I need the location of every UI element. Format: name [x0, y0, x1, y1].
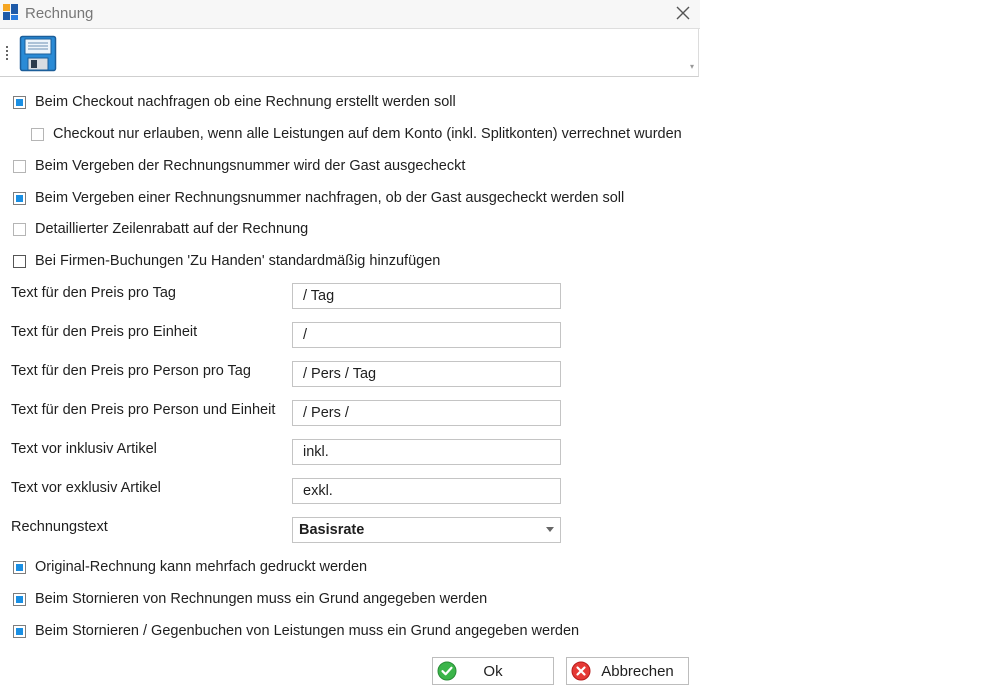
- cancel-button-label: Abbrechen: [601, 662, 674, 680]
- checkbox-box[interactable]: [13, 592, 26, 606]
- checkbox-label: Bei Firmen-Buchungen 'Zu Handen' standar…: [35, 253, 441, 269]
- checkbox-box[interactable]: [13, 254, 26, 268]
- label-exclusive-article: Text vor exklusiv Artikel: [11, 480, 161, 496]
- label-price-per-unit: Text für den Preis pro Einheit: [11, 324, 198, 340]
- checkbox-invoice-number-checkout[interactable]: Beim Vergeben der Rechnungsnummer wird d…: [13, 156, 465, 176]
- window-title: Rechnung: [25, 5, 94, 22]
- rechnungstext-selected-value: Basisrate: [299, 522, 365, 538]
- ok-button-label: Ok: [483, 662, 503, 680]
- dialog-window: Rechnung ▾ Beim Checkout nachfragen ob e…: [0, 0, 700, 689]
- title-bar: Rechnung: [0, 0, 700, 29]
- checkbox-box[interactable]: [13, 159, 26, 173]
- checkbox-label: Beim Stornieren von Rechnungen muss ein …: [35, 591, 488, 607]
- checkbox-original-multi-print[interactable]: Original-Rechnung kann mehrfach gedruckt…: [13, 557, 367, 577]
- checkbox-label: Beim Stornieren / Gegenbuchen von Leistu…: [35, 623, 580, 639]
- label-inclusive-article: Text vor inklusiv Artikel: [11, 441, 157, 457]
- checkbox-invoice-number-ask-checkout[interactable]: Beim Vergeben einer Rechnungsnummer nach…: [13, 188, 624, 208]
- checkbox-checkout-ask-invoice[interactable]: Beim Checkout nachfragen ob eine Rechnun…: [13, 92, 456, 112]
- checkbox-label: Original-Rechnung kann mehrfach gedruckt…: [35, 559, 368, 575]
- label-price-per-day: Text für den Preis pro Tag: [11, 285, 176, 301]
- price-per-person-unit-input[interactable]: [292, 400, 561, 426]
- checkbox-checkout-allow-only-settled[interactable]: Checkout nur erlauben, wenn alle Leistun…: [31, 124, 682, 144]
- cancel-button[interactable]: Abbrechen: [566, 657, 689, 685]
- checkbox-label: Detaillierter Zeilenrabatt auf der Rechn…: [35, 221, 309, 237]
- price-per-day-input[interactable]: [292, 283, 561, 309]
- checkbox-label: Beim Vergeben der Rechnungsnummer wird d…: [35, 158, 466, 174]
- checkbox-storno-services-reason[interactable]: Beim Stornieren / Gegenbuchen von Leistu…: [13, 621, 579, 641]
- toolbar-grip-icon[interactable]: [6, 46, 8, 62]
- app-logo-icon: [3, 4, 19, 21]
- ok-button[interactable]: Ok: [432, 657, 554, 685]
- toolbar: [0, 29, 699, 77]
- checkbox-box[interactable]: [13, 560, 26, 574]
- checkbox-box[interactable]: [13, 222, 26, 236]
- label-price-per-person-unit: Text für den Preis pro Person und Einhei…: [11, 402, 276, 418]
- checkbox-box[interactable]: [13, 624, 26, 638]
- label-price-per-person-day: Text für den Preis pro Person pro Tag: [11, 363, 251, 379]
- toolbar-overflow-icon[interactable]: ▾: [690, 63, 694, 71]
- label-rechnungstext: Rechnungstext: [11, 519, 108, 535]
- rechnungstext-select[interactable]: Basisrate: [292, 517, 561, 543]
- checkbox-storno-invoice-reason[interactable]: Beim Stornieren von Rechnungen muss ein …: [13, 589, 487, 609]
- chevron-down-icon[interactable]: [546, 527, 554, 532]
- exclusive-article-input[interactable]: [292, 478, 561, 504]
- price-per-person-day-input[interactable]: [292, 361, 561, 387]
- checkbox-box[interactable]: [13, 191, 26, 205]
- close-icon[interactable]: [672, 2, 694, 24]
- floppy-disk-save-icon[interactable]: [19, 35, 57, 72]
- checkbox-detailed-line-discount[interactable]: Detaillierter Zeilenrabatt auf der Rechn…: [13, 219, 308, 239]
- price-per-unit-input[interactable]: [292, 322, 561, 348]
- checkbox-label: Checkout nur erlauben, wenn alle Leistun…: [53, 126, 682, 142]
- checkbox-label: Beim Vergeben einer Rechnungsnummer nach…: [35, 190, 625, 206]
- checkbox-company-attention[interactable]: Bei Firmen-Buchungen 'Zu Handen' standar…: [13, 251, 440, 271]
- checkbox-box[interactable]: [13, 95, 26, 109]
- inclusive-article-input[interactable]: [292, 439, 561, 465]
- checkbox-box[interactable]: [31, 127, 44, 141]
- checkbox-label: Beim Checkout nachfragen ob eine Rechnun…: [35, 94, 456, 110]
